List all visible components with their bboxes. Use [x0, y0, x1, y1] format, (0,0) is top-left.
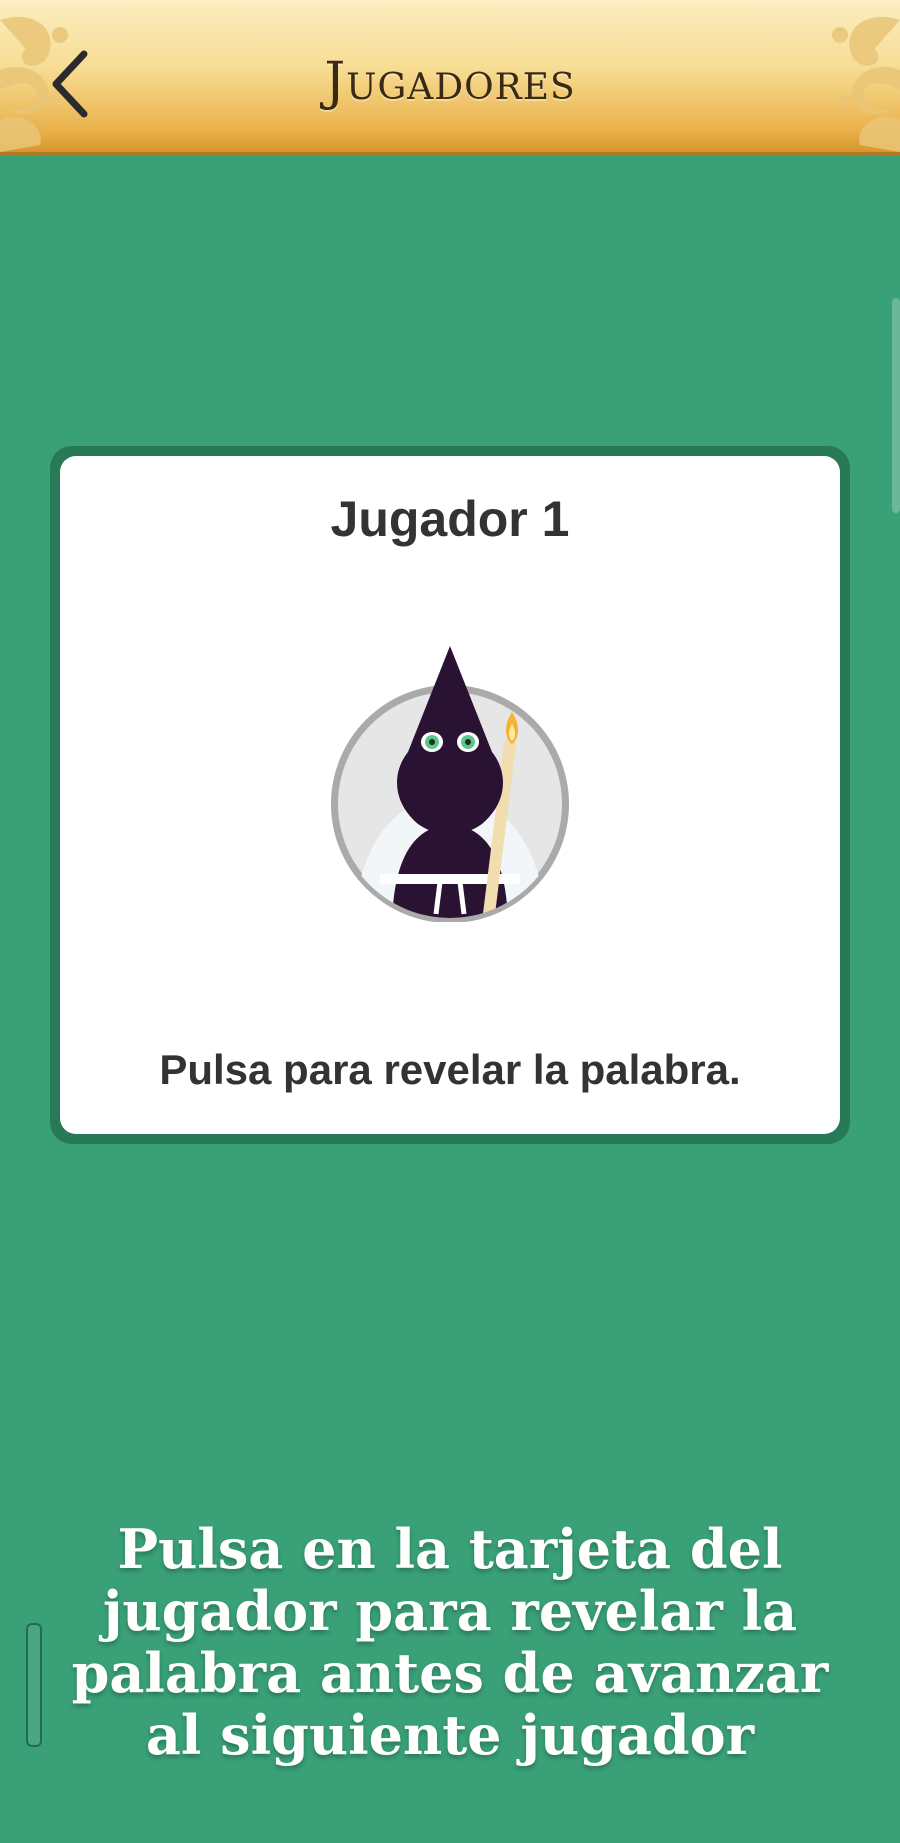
- player-name: Jugador 1: [330, 491, 570, 547]
- page-title: Jugadores: [324, 52, 576, 112]
- player-card[interactable]: Jugador 1 Pulsa para revelar la palabra.: [60, 456, 840, 1134]
- instruction-text: Pulsa en la tarjeta del jugador para rev…: [71, 1517, 829, 1767]
- scrollbar[interactable]: [892, 298, 900, 513]
- hooded-penitent-avatar-icon: [331, 646, 569, 922]
- reveal-hint: Pulsa para revelar la palabra.: [159, 1046, 741, 1093]
- top-bar: Jugadores: [0, 0, 900, 155]
